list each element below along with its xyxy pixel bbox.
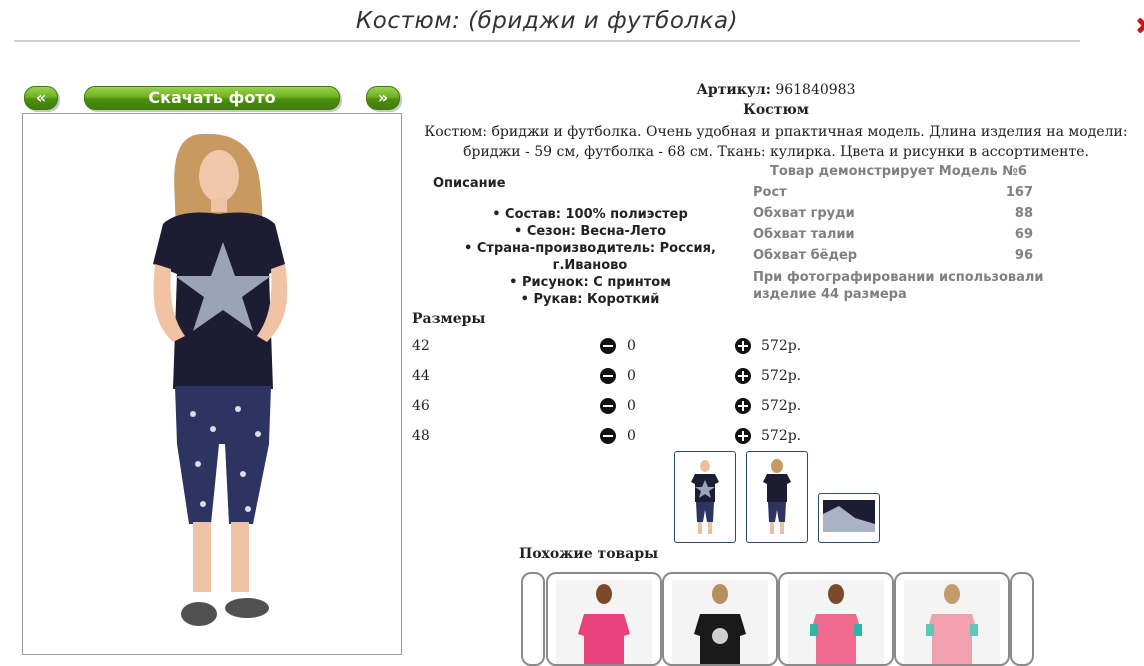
minus-circle-icon[interactable]: [600, 338, 616, 354]
size-price: 572р.: [761, 398, 802, 414]
size-label: 46: [412, 398, 430, 414]
model-row: Обхват бёдер 96: [753, 248, 1033, 263]
article-label: Артикул:: [696, 82, 771, 98]
model-photo-illustration: [153, 133, 288, 626]
size-quantity: 0: [627, 368, 636, 384]
size-label: 44: [412, 368, 430, 384]
thumbnail-fabric[interactable]: [818, 493, 880, 543]
property-item: Страна-производитель: Россия, г.Иваново: [430, 240, 750, 274]
model-row-value: 96: [1014, 248, 1033, 263]
download-photo-button[interactable]: Скачать фото: [84, 86, 340, 110]
model-row-value: 69: [1014, 227, 1033, 242]
similar-product-image: [556, 580, 652, 664]
thumbnail-back-image: [763, 459, 791, 534]
size-quantity: 0: [627, 338, 636, 354]
model-row: Обхват талии 69: [753, 227, 1033, 242]
similar-product-card[interactable]: [662, 572, 778, 666]
size-row: 44 0 572р.: [412, 367, 832, 387]
similar-scroll-right[interactable]: [1010, 572, 1034, 666]
model-row-value: 167: [1005, 185, 1033, 200]
model-row: Обхват груди 88: [753, 206, 1033, 221]
article-value: 961840983: [775, 82, 856, 98]
next-photo-button[interactable]: »: [366, 86, 400, 110]
similar-scroll-left[interactable]: [521, 572, 545, 666]
size-price: 572р.: [761, 428, 802, 444]
similar-product-card[interactable]: [546, 572, 662, 666]
model-row-label: Обхват талии: [753, 227, 855, 242]
thumbnail-fabric-image: [823, 500, 875, 532]
model-row-label: Рост: [753, 185, 787, 200]
property-item: Рисунок: С принтом: [430, 274, 750, 291]
prev-photo-button[interactable]: «: [24, 86, 58, 110]
size-quantity: 0: [627, 428, 636, 444]
size-price: 572р.: [761, 338, 802, 354]
property-item: Рукав: Короткий: [430, 291, 750, 308]
size-row: 42 0 572р.: [412, 337, 832, 357]
model-row-value: 88: [1014, 206, 1033, 221]
size-label: 48: [412, 428, 430, 444]
article-line: Артикул: 961840983: [408, 82, 1144, 98]
model-row-label: Обхват груди: [753, 206, 855, 221]
plus-circle-icon[interactable]: [735, 338, 751, 354]
size-row: 48 0 572р.: [412, 427, 832, 447]
model-row-label: Обхват бёдер: [753, 248, 858, 263]
similar-product-card[interactable]: [778, 572, 894, 666]
similar-product-card[interactable]: [894, 572, 1010, 666]
minus-circle-icon[interactable]: [600, 398, 616, 414]
thumbnail-front-image: [691, 460, 719, 534]
properties-list: Состав: 100% полиэстер Сезон: Весна-Лето…: [430, 206, 750, 308]
plus-circle-icon[interactable]: [735, 368, 751, 384]
similar-product-image: [904, 580, 1000, 664]
property-item: Сезон: Весна-Лето: [430, 223, 750, 240]
close-icon[interactable]: [1134, 14, 1144, 36]
plus-circle-icon[interactable]: [735, 428, 751, 444]
model-heading: Товар демонстрирует Модель №6: [770, 164, 1027, 179]
product-description: Костюм: бриджи и футболка. Очень удобная…: [424, 124, 1128, 160]
page-title: Костюм: (бриджи и футболка): [355, 8, 739, 34]
model-note: При фотографировании использовали издели…: [753, 270, 1044, 302]
size-label: 42: [412, 338, 430, 354]
main-product-photo[interactable]: [22, 113, 402, 655]
minus-circle-icon[interactable]: [600, 368, 616, 384]
sizes-heading: Размеры: [412, 311, 486, 327]
model-row: Рост 167: [753, 185, 1033, 200]
minus-circle-icon[interactable]: [600, 428, 616, 444]
plus-circle-icon[interactable]: [735, 398, 751, 414]
size-row: 46 0 572р.: [412, 397, 832, 417]
similar-product-image: [788, 580, 884, 664]
size-quantity: 0: [627, 398, 636, 414]
thumbnail-back[interactable]: [746, 451, 808, 543]
similar-product-image: [672, 580, 768, 664]
description-heading: Описание: [433, 176, 506, 191]
thumbnail-front[interactable]: [674, 451, 736, 543]
property-item: Состав: 100% полиэстер: [430, 206, 750, 223]
title-divider: [14, 40, 1080, 42]
size-price: 572р.: [761, 368, 802, 384]
product-name: Костюм: [743, 102, 809, 118]
similar-products-heading: Похожие товары: [519, 546, 659, 562]
